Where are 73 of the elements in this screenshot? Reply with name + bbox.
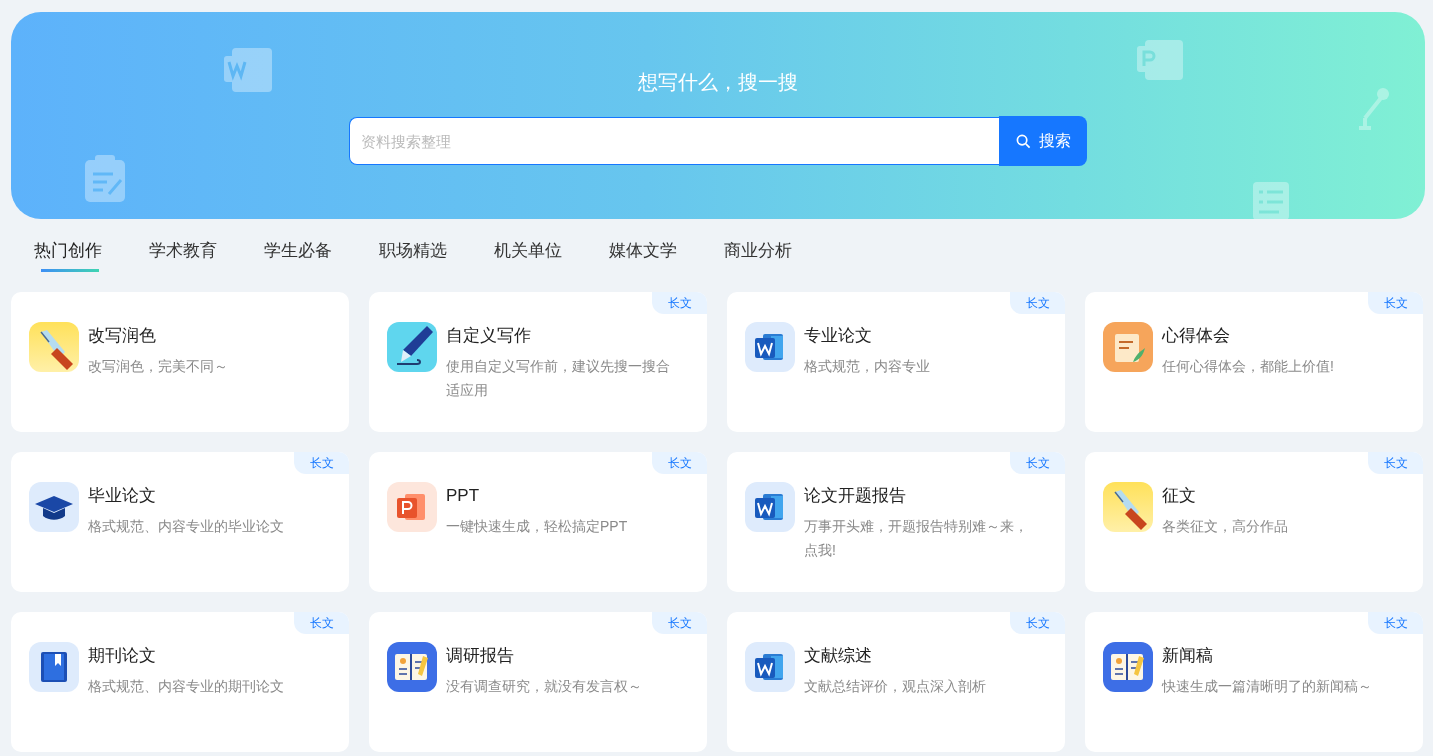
- clipboard-icon: [83, 154, 127, 202]
- card-description: 文献总结评价，观点深入剖析: [804, 677, 986, 696]
- book-icon: [29, 642, 79, 692]
- app-card[interactable]: 期刊论文 格式规范、内容专业的期刊论文 长文: [11, 612, 349, 752]
- card-description: 快速生成一篇清晰明了的新闻稿～: [1162, 677, 1372, 696]
- card-title: 征文: [1162, 485, 1197, 507]
- card-description: 任何心得体会，都能上价值!: [1162, 357, 1334, 376]
- notebook-icon: [387, 642, 437, 692]
- long-text-badge: 长文: [1368, 612, 1423, 634]
- certificate-icon: [1103, 322, 1153, 372]
- slides-icon: [1135, 38, 1185, 82]
- app-card[interactable]: 毕业论文 格式规范、内容专业的毕业论文 长文: [11, 452, 349, 592]
- card-description: 格式规范，内容专业: [804, 357, 930, 376]
- long-text-badge: 长文: [294, 452, 349, 474]
- card-title: 新闻稿: [1162, 645, 1214, 667]
- category-tab[interactable]: 职场精选: [379, 238, 447, 272]
- document-icon: [222, 46, 274, 94]
- search-button[interactable]: 搜索: [999, 116, 1087, 166]
- document-icon: [745, 482, 795, 532]
- category-tab[interactable]: 商业分析: [724, 238, 792, 272]
- app-card[interactable]: 征文 各类征文，高分作品 长文: [1085, 452, 1423, 592]
- card-description: 各类征文，高分作品: [1162, 517, 1288, 536]
- app-card[interactable]: 专业论文 格式规范，内容专业 长文: [727, 292, 1065, 432]
- category-tab[interactable]: 学术教育: [149, 238, 217, 272]
- card-title: 文献综述: [804, 645, 873, 667]
- app-card[interactable]: 论文开题报告 万事开头难，开题报告特别难～来，点我! 长文: [727, 452, 1065, 592]
- long-text-badge: 长文: [652, 292, 707, 314]
- app-card[interactable]: 文献综述 文献总结评价，观点深入剖析 长文: [727, 612, 1065, 752]
- card-title: 改写润色: [88, 325, 157, 347]
- card-title: 心得体会: [1162, 325, 1231, 347]
- card-title: 期刊论文: [88, 645, 157, 667]
- category-tab[interactable]: 学生必备: [264, 238, 332, 272]
- card-title: 论文开题报告: [804, 485, 907, 507]
- long-text-badge: 长文: [652, 452, 707, 474]
- search-icon: [1015, 133, 1031, 149]
- app-card[interactable]: 新闻稿 快速生成一篇清晰明了的新闻稿～ 长文: [1085, 612, 1423, 752]
- card-title: 毕业论文: [88, 485, 157, 507]
- long-text-badge: 长文: [1010, 292, 1065, 314]
- category-tab[interactable]: 机关单位: [494, 238, 562, 272]
- document-icon: [745, 322, 795, 372]
- card-title: PPT: [446, 485, 481, 507]
- card-description: 万事开头难，开题报告特别难～来，点我!: [804, 517, 1029, 560]
- card-description: 格式规范、内容专业的毕业论文: [88, 517, 284, 536]
- graduation-cap-icon: [29, 482, 79, 532]
- app-card[interactable]: 调研报告 没有调查研究，就没有发言权～ 长文: [369, 612, 707, 752]
- long-text-badge: 长文: [652, 612, 707, 634]
- card-description: 改写润色，完美不同～: [88, 357, 228, 376]
- app-card[interactable]: 改写润色 改写润色，完美不同～: [11, 292, 349, 432]
- card-title: 自定义写作: [446, 325, 532, 347]
- long-text-badge: 长文: [1010, 612, 1065, 634]
- app-card[interactable]: PPT 一键快速生成，轻松搞定PPT 长文: [369, 452, 707, 592]
- category-tab[interactable]: 媒体文学: [609, 238, 677, 272]
- app-card[interactable]: 自定义写作 使用自定义写作前，建议先搜一搜合适应用 长文: [369, 292, 707, 432]
- long-text-badge: 长文: [1368, 452, 1423, 474]
- long-text-badge: 长文: [1010, 452, 1065, 474]
- category-tab[interactable]: 热门创作: [34, 238, 102, 272]
- long-text-badge: 长文: [1368, 292, 1423, 314]
- long-text-badge: 长文: [294, 612, 349, 634]
- card-description: 一键快速生成，轻松搞定PPT: [446, 517, 628, 536]
- card-description: 没有调查研究，就没有发言权～: [446, 677, 642, 696]
- card-title: 专业论文: [804, 325, 873, 347]
- card-description: 使用自定义写作前，建议先搜一搜合适应用: [446, 357, 671, 400]
- pen-icon: [387, 322, 437, 372]
- search-field[interactable]: 资料搜索整理: [349, 117, 999, 165]
- app-card[interactable]: 心得体会 任何心得体会，都能上价值! 长文: [1085, 292, 1423, 432]
- pen-icon: [29, 322, 79, 372]
- notebook-icon: [1103, 642, 1153, 692]
- slides-icon: [387, 482, 437, 532]
- document-icon: [745, 642, 795, 692]
- pen-icon: [1103, 482, 1153, 532]
- card-description: 格式规范、内容专业的期刊论文: [88, 677, 284, 696]
- card-title: 调研报告: [446, 645, 515, 667]
- banner-heading: 想写什么，搜一搜: [638, 70, 798, 95]
